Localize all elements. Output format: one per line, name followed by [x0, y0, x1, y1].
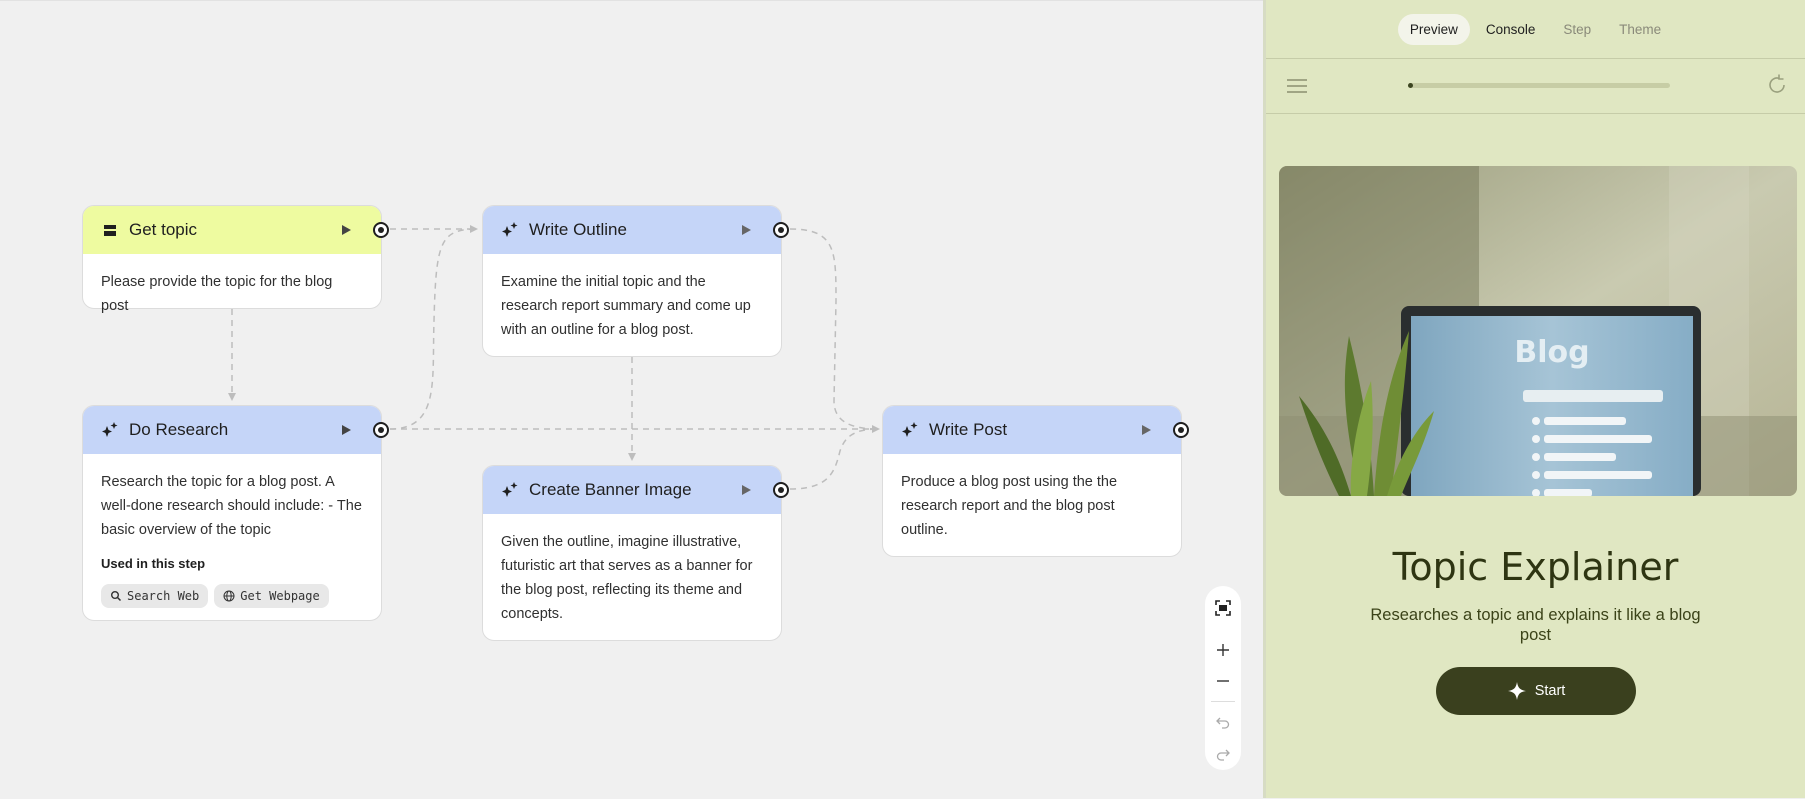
output-port[interactable]: [773, 222, 789, 238]
node-description: Please provide the topic for the blog po…: [101, 274, 333, 314]
tab-preview[interactable]: Preview: [1397, 13, 1470, 45]
toolbar-divider: [1211, 701, 1235, 703]
run-node-icon[interactable]: [342, 225, 351, 235]
zoom-in-button[interactable]: [1205, 634, 1241, 666]
search-icon: [111, 591, 122, 602]
run-progress-fill: [1408, 83, 1413, 88]
tool-chips: Search Web Get Webpage: [101, 584, 363, 608]
blog-laptop-illustration: Blog: [1279, 166, 1797, 496]
tool-chip-get-webpage[interactable]: Get Webpage: [214, 584, 329, 608]
output-port[interactable]: [373, 222, 389, 238]
wire-banner-post: [789, 428, 879, 490]
node-description: Given the outline, imagine illustrative,…: [501, 534, 753, 622]
node-do-research[interactable]: Do Research Research the topic for a blo…: [82, 405, 389, 622]
undo-button[interactable]: [1205, 706, 1241, 738]
redo-button[interactable]: [1205, 738, 1241, 770]
run-progress-bar: [1408, 83, 1670, 88]
panel-tabs: Preview Console Step Theme: [1266, 0, 1805, 59]
app-description: Researches a topic and explains it like …: [1370, 606, 1701, 644]
node-get-topic[interactable]: Get topic Please provide the topic for t…: [82, 205, 389, 314]
node-description: Produce a blog post using the the resear…: [901, 474, 1118, 538]
wire-research-outline: [389, 228, 479, 430]
start-button[interactable]: Start: [1436, 667, 1636, 715]
minus-icon: [1217, 680, 1229, 683]
run-node-icon[interactable]: [742, 225, 751, 235]
node-description-wrap: Research the topic for a blog post. A we…: [83, 454, 381, 622]
tab-console[interactable]: Console: [1474, 14, 1548, 45]
node-title: Write Outline: [529, 220, 627, 239]
node-title: Create Banner Image: [529, 480, 692, 499]
sparkle-icon: [1507, 682, 1526, 700]
run-node-icon[interactable]: [1142, 425, 1151, 435]
tab-theme[interactable]: Theme: [1607, 14, 1673, 45]
sparkle-icon: [901, 421, 919, 439]
menu-icon[interactable]: [1286, 77, 1308, 95]
banner-text: Blog: [1514, 335, 1589, 370]
node-title: Write Post: [929, 420, 1008, 439]
node-title: Do Research: [129, 420, 229, 439]
node-write-post[interactable]: Write Post Produce a blog post using the…: [882, 405, 1189, 557]
tool-chip-search-web[interactable]: Search Web: [101, 584, 209, 608]
redo-icon: [1216, 749, 1230, 761]
node-description: Research the topic for a blog post. A we…: [101, 474, 362, 538]
node-get-topic-header[interactable]: Get topic: [83, 206, 389, 254]
reload-icon[interactable]: [1765, 73, 1789, 97]
run-node-icon[interactable]: [342, 425, 351, 435]
wire-outline-post: [789, 228, 879, 430]
output-port[interactable]: [1173, 422, 1189, 438]
node-do-research-header[interactable]: Do Research: [83, 406, 389, 454]
tool-chip-label: Search Web: [127, 589, 200, 603]
preview-panel: Preview Console Step Theme Blog Topic Ex…: [1263, 0, 1805, 798]
start-button-label: Start: [1534, 683, 1566, 699]
node-write-outline[interactable]: Write Outline Examine the initial topic …: [482, 205, 789, 357]
zoom-out-button[interactable]: [1205, 666, 1241, 698]
run-node-icon[interactable]: [742, 485, 751, 495]
app-title: Topic Explainer: [1392, 545, 1679, 589]
input-icon: [101, 221, 119, 239]
app-banner-image: Blog: [1279, 166, 1797, 496]
fit-screen-icon: [1215, 600, 1231, 616]
sparkle-icon: [501, 481, 519, 499]
node-create-banner-header[interactable]: Create Banner Image: [483, 466, 789, 514]
node-write-post-header[interactable]: Write Post: [883, 406, 1189, 454]
output-port[interactable]: [773, 482, 789, 498]
sparkle-icon: [101, 421, 119, 439]
node-create-banner-image[interactable]: Create Banner Image Given the outline, i…: [482, 465, 789, 641]
graph-canvas[interactable]: Get topic Please provide the topic for t…: [0, 0, 1263, 798]
plus-icon: [1217, 643, 1229, 656]
sparkle-icon: [501, 221, 519, 239]
connection-wires: [228, 225, 880, 490]
tool-chip-label: Get Webpage: [240, 589, 320, 603]
preview-toolbar: [1266, 59, 1805, 114]
globe-icon: [223, 590, 235, 602]
fit-to-screen-button[interactable]: [1205, 592, 1241, 624]
undo-icon: [1216, 717, 1230, 729]
used-in-step-label: Used in this step: [101, 556, 206, 571]
node-description: Examine the initial topic and the resear…: [501, 274, 751, 338]
node-title: Get topic: [129, 220, 198, 239]
node-write-outline-header[interactable]: Write Outline: [483, 206, 789, 254]
output-port[interactable]: [373, 422, 389, 438]
canvas-zoom-toolbar: [1205, 586, 1241, 770]
tab-step[interactable]: Step: [1551, 14, 1603, 45]
